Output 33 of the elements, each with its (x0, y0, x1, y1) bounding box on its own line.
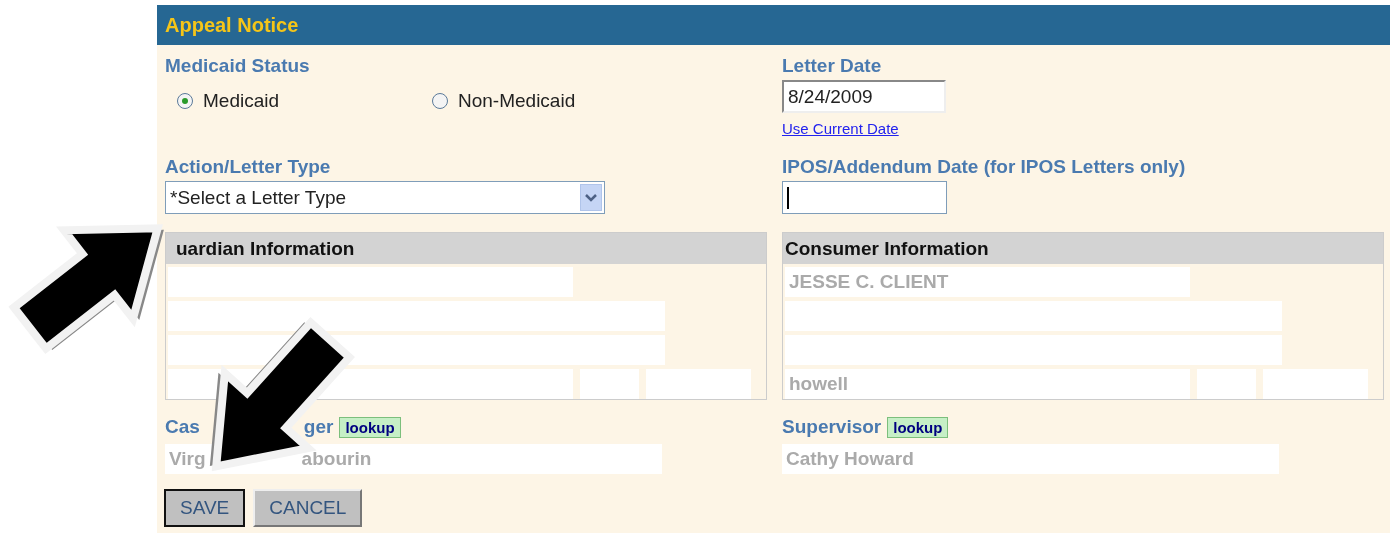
letter-type-dropdown[interactable]: *Select a Letter Type (165, 181, 605, 214)
city-field: howell (785, 369, 1190, 399)
date-field[interactable] (782, 181, 947, 214)
chevron-down-icon[interactable] (580, 184, 602, 211)
field-label: Letter Date (782, 55, 882, 77)
name-text: abourin (301, 448, 372, 470)
field-label: ger (303, 416, 334, 438)
field-label: Action/Letter Type (165, 156, 331, 178)
field-label: Cas (165, 416, 200, 438)
name-field: JESSE C. CLIENT (785, 267, 1190, 297)
field-label: Supervisor (782, 416, 882, 438)
save-button[interactable]: SAVE (164, 489, 246, 527)
panel-title: Appeal Notice (165, 13, 299, 37)
text-cursor-icon (787, 186, 789, 209)
radio-option[interactable]: Medicaid (177, 90, 432, 112)
current-date-link[interactable]: Use Current Date (782, 120, 899, 137)
field-label: IPOS/Addendum Date (for IPOS Letters only) (782, 156, 1186, 178)
lookup-button[interactable]: lookup (887, 416, 949, 438)
radio-button[interactable] (177, 93, 193, 109)
section-title: uardian Information (176, 237, 355, 260)
name-text: Virg (169, 448, 206, 470)
cancel-button[interactable]: CANCEL (253, 489, 363, 527)
radio-label: Medicaid (203, 90, 280, 112)
date-field[interactable]: 8/24/2009 (782, 80, 946, 113)
radio-label: Non-Medicaid (458, 90, 576, 112)
blank-field (1197, 369, 1256, 399)
radio-button[interactable] (432, 93, 448, 109)
section-title: Consumer Information (785, 237, 989, 260)
blank-field (580, 369, 639, 399)
name-field: Cathy Howard (782, 444, 1279, 474)
radio-option[interactable]: Non-Medicaid (432, 90, 687, 112)
field-label: Medicaid Status (165, 55, 310, 77)
lookup-button[interactable]: lookup (339, 416, 401, 438)
